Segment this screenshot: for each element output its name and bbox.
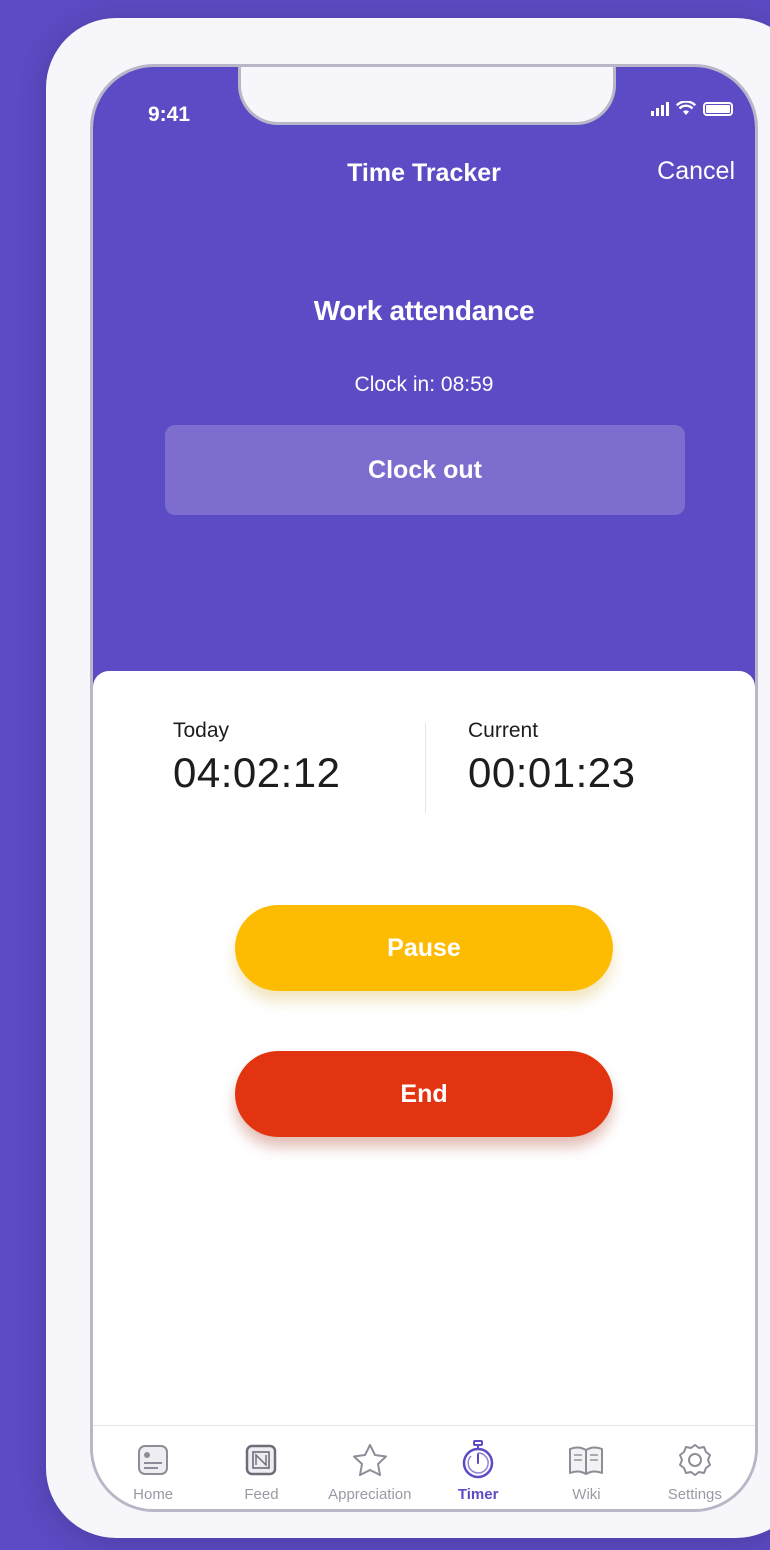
clock-out-button[interactable]: Clock out xyxy=(165,425,685,515)
tab-settings[interactable]: Settings xyxy=(645,1426,745,1509)
tab-wiki-label: Wiki xyxy=(572,1486,601,1503)
tab-timer[interactable]: Timer xyxy=(428,1426,528,1509)
signal-icon xyxy=(651,102,669,116)
feed-icon xyxy=(241,1440,281,1480)
stat-divider xyxy=(425,723,426,813)
tab-timer-label: Timer xyxy=(457,1486,499,1503)
gear-icon xyxy=(675,1440,715,1480)
current-stat: Current 00:01:23 xyxy=(468,719,636,797)
end-button[interactable]: End xyxy=(235,1051,613,1137)
today-value: 04:02:12 xyxy=(173,749,341,796)
stopwatch-icon xyxy=(458,1440,498,1480)
page-title: Time Tracker xyxy=(347,159,501,187)
attendance-title: Work attendance xyxy=(313,295,535,326)
pause-button[interactable]: Pause xyxy=(235,905,613,991)
tab-bar: Home Feed Appreciation Timer Wiki Settin… xyxy=(93,1425,755,1509)
today-label: Today xyxy=(173,719,230,742)
tab-home[interactable]: Home xyxy=(103,1426,203,1509)
tab-settings-label: Settings xyxy=(667,1486,722,1503)
battery-icon xyxy=(703,102,733,116)
book-icon xyxy=(566,1440,606,1480)
star-icon xyxy=(350,1440,390,1480)
timer-sheet: Today 04:02:12 Current 00:01:23 Pause En… xyxy=(93,671,755,1509)
header-panel: 9:41 Time Tracker Cancel Work attendance… xyxy=(93,67,755,707)
tab-wiki[interactable]: Wiki xyxy=(536,1426,636,1509)
clock-in-time: Clock in: 08:59 xyxy=(354,373,494,396)
tab-feed-label: Feed xyxy=(244,1486,279,1503)
home-card-icon xyxy=(133,1440,173,1480)
status-time: 9:41 xyxy=(148,103,191,126)
current-label: Current xyxy=(468,719,539,742)
notch xyxy=(238,67,616,125)
tab-appreciation[interactable]: Appreciation xyxy=(320,1426,420,1509)
wifi-icon xyxy=(676,101,696,115)
tab-home-label: Home xyxy=(133,1486,174,1503)
current-value: 00:01:23 xyxy=(468,749,636,796)
today-stat: Today 04:02:12 xyxy=(173,719,341,797)
tab-appreciation-label: Appreciation xyxy=(328,1486,412,1503)
tab-feed[interactable]: Feed xyxy=(211,1426,311,1509)
cancel-button[interactable]: Cancel xyxy=(657,157,735,186)
status-icons xyxy=(651,101,733,116)
phone-screen: 9:41 Time Tracker Cancel Work attendance… xyxy=(90,64,758,1512)
